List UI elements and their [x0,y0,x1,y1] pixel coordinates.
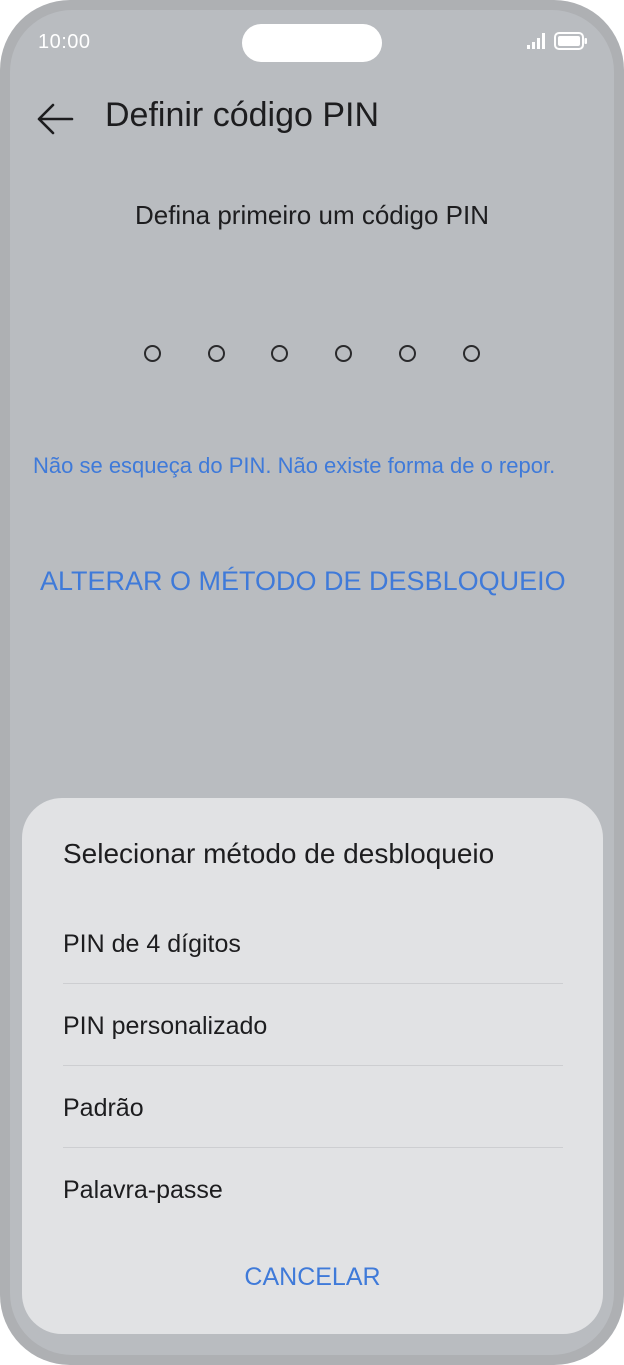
change-unlock-method-link[interactable]: ALTERAR O MÉTODO DE DESBLOQUEIO [40,566,566,597]
option-label: Palavra-passe [63,1176,223,1204]
sheet-title: Selecionar método de desbloqueio [63,838,495,869]
pin-dot [335,345,352,362]
status-bar: 10:00 [10,10,614,74]
back-arrow-icon [37,103,74,135]
page-title: Definir código PIN [105,96,380,134]
cancel-button[interactable]: CANCELAR [22,1263,603,1292]
back-button[interactable] [30,94,80,144]
app-header: Definir código PIN [10,82,614,154]
option-4-digit-pin[interactable]: PIN de 4 dígitos [63,902,563,984]
pin-entry-indicator [144,345,484,369]
pin-warning: Não se esqueça do PIN. Não existe forma … [33,453,556,478]
phone-frame: 10:00 Definir código PIN Defina primeiro… [0,0,624,1365]
pin-prompt: Defina primeiro um código PIN [134,200,490,230]
option-label: PIN de 4 dígitos [63,930,241,958]
pin-dot [463,345,480,362]
option-pattern[interactable]: Padrão [63,1066,563,1148]
option-label: Padrão [63,1094,144,1122]
pin-dot [208,345,225,362]
screen: 10:00 Definir código PIN Defina primeiro… [10,10,614,1355]
pin-dot [271,345,288,362]
option-custom-pin[interactable]: PIN personalizado [63,984,563,1066]
camera-notch [242,24,382,62]
option-password[interactable]: Palavra-passe [63,1148,563,1230]
unlock-method-sheet: Selecionar método de desbloqueio PIN de … [22,798,603,1334]
pin-dot [399,345,416,362]
pin-dot [144,345,161,362]
option-label: PIN personalizado [63,1012,268,1040]
status-time: 10:00 [38,31,91,53]
signal-icon [527,33,545,49]
battery-icon [554,32,587,50]
